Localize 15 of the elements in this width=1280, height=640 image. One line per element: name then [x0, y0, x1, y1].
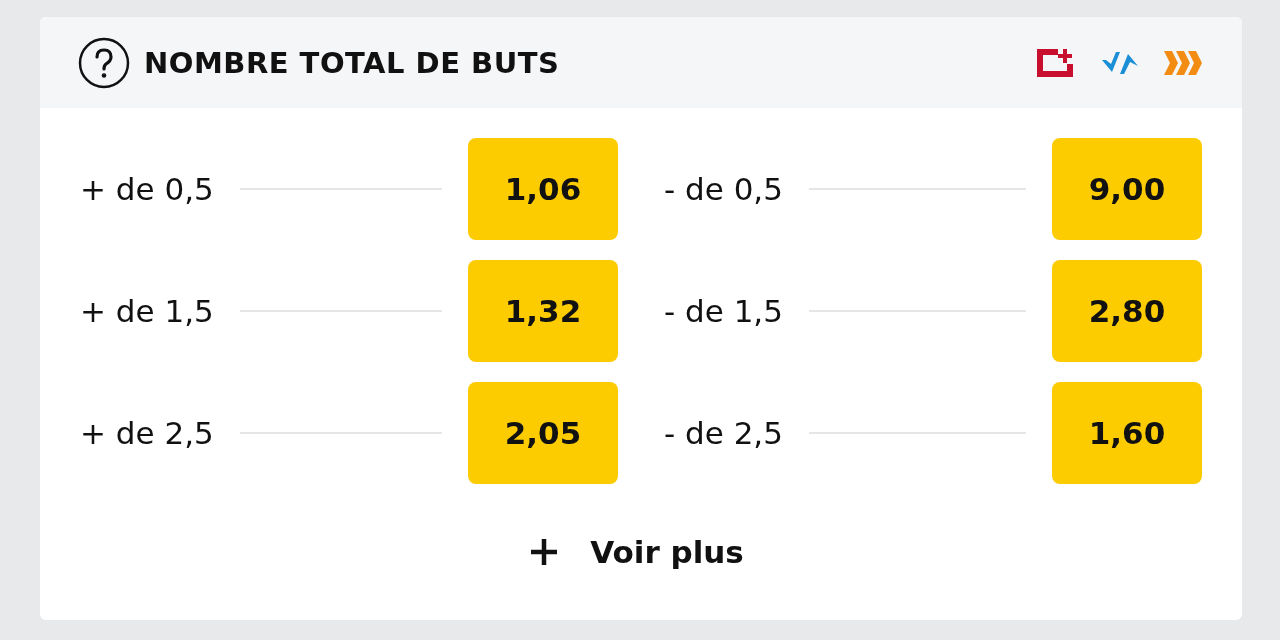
- odds-button[interactable]: 1,06: [468, 138, 618, 240]
- odds-button[interactable]: 2,05: [468, 382, 618, 484]
- odds-button[interactable]: 9,00: [1052, 138, 1202, 240]
- line-label: + de 1,5: [80, 293, 214, 329]
- odds-button[interactable]: 2,80: [1052, 260, 1202, 362]
- line-label: - de 2,5: [664, 415, 783, 451]
- line-label: - de 1,5: [664, 293, 783, 329]
- odds-button[interactable]: 1,60: [1052, 382, 1202, 484]
- line-label: + de 0,5: [80, 171, 214, 207]
- market-title: NOMBRE TOTAL DE BUTS: [144, 45, 560, 80]
- odds-button[interactable]: 1,32: [468, 260, 618, 362]
- line-label: - de 0,5: [664, 171, 783, 207]
- help-icon[interactable]: [78, 36, 130, 89]
- see-more-button[interactable]: Voir plus: [522, 533, 750, 571]
- line-label: + de 2,5: [80, 415, 214, 451]
